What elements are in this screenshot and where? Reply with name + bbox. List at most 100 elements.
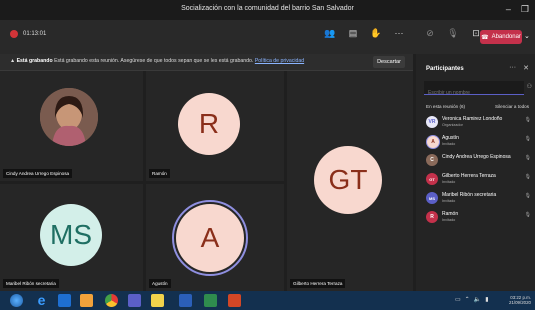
mic-icon: 🎙 (524, 155, 531, 161)
word-icon[interactable] (179, 294, 192, 307)
video-stage: Cindy Andrea Urrego Espinosa R Ramón GT … (0, 71, 413, 291)
list-item[interactable]: R Ramón Invitado 🎙 (424, 209, 531, 228)
participant-tile[interactable]: R Ramón (146, 71, 284, 181)
panel-title: Participantes (426, 66, 464, 72)
more-options-icon[interactable]: ··· (393, 28, 405, 39)
participant-role: Invitado (442, 142, 456, 146)
participants-icon[interactable]: 👥 (324, 28, 336, 39)
toolbar-icons: 👥 ▤ ✋ ··· ⊘ 🎙 ⊡ (324, 28, 482, 39)
mic-muted-icon: 🎙 (524, 117, 531, 123)
window-title: Socialización con la comunidad del barri… (181, 5, 354, 12)
participant-name: Ramón (442, 211, 459, 217)
participant-role: Organizador (442, 123, 463, 127)
leave-label: Abandonar (491, 34, 521, 40)
privacy-link[interactable]: Política de privacidad (255, 58, 304, 64)
minimize-icon[interactable]: – (506, 4, 511, 15)
avatar: R (426, 211, 438, 223)
search-input[interactable] (424, 86, 524, 100)
participant-avatar: R (178, 93, 240, 155)
in-meeting-count: En esta reunión (6) (426, 104, 466, 109)
phone-icon: ☎ (481, 34, 489, 41)
participant-name: Maribel Ribón secretaria (442, 192, 497, 198)
chevron-down-icon[interactable]: ⌄ (524, 32, 530, 40)
microphone-icon[interactable]: 🎙 (447, 28, 459, 39)
avatar: MS (426, 192, 438, 204)
participant-tile[interactable]: GT Gilberto Herrera Terraza (287, 71, 413, 291)
participant-name: Cindy Andrea Urrego Espinosa (3, 169, 73, 178)
powerpoint-icon[interactable] (228, 294, 241, 307)
maximize-icon[interactable]: ❐ (521, 4, 529, 15)
battery-icon[interactable]: ▮ (485, 296, 488, 303)
participant-tile[interactable]: A Agustín (146, 184, 284, 291)
participant-role: Invitado (442, 199, 456, 203)
app-icon[interactable] (58, 294, 71, 307)
participants-panel: Participantes ··· ✕ ⚇ En esta reunión (6… (416, 54, 535, 291)
mic-muted-icon: 🎙 (524, 174, 531, 180)
taskbar: e ▭ ⌃ 🔈 ▮ 03:22 p.m. 21/09/2020 (0, 291, 535, 310)
participant-role: Invitado (442, 180, 456, 184)
recording-icon (10, 30, 18, 38)
teams-icon[interactable] (128, 294, 141, 307)
list-item[interactable]: VR Veronica Ramirez Londoño Organizador … (424, 114, 531, 133)
chevron-up-icon[interactable]: ⌃ (465, 296, 470, 303)
avatar: VR (426, 116, 438, 128)
participant-search (424, 81, 524, 100)
participant-photo (40, 88, 98, 146)
participant-avatar: GT (314, 146, 382, 214)
participant-name: Gilberto Herrera Terraza (290, 279, 346, 288)
network-icon[interactable]: ▭ (455, 296, 461, 303)
edge-icon[interactable]: e (35, 293, 48, 307)
list-item[interactable]: GT Gilberto Herrera Terraza Invitado 🎙 (424, 171, 531, 190)
participant-name: Ramón (149, 169, 170, 178)
participant-list: VR Veronica Ramirez Londoño Organizador … (424, 114, 531, 228)
chat-icon[interactable]: ▤ (347, 28, 359, 39)
panel-tools: ··· ✕ (509, 64, 529, 72)
list-item[interactable]: C Cindy Andrea Urrego Espinosa 🎙 (424, 152, 531, 171)
list-item[interactable]: A Agustín Invitado 🎙 (424, 133, 531, 152)
volume-icon[interactable]: 🔈 (474, 296, 481, 303)
mic-muted-icon: 🎙 (524, 193, 531, 199)
participant-tile[interactable]: Cindy Andrea Urrego Espinosa (0, 71, 143, 181)
meeting-timer: 01:13:01 (23, 31, 47, 37)
title-bar: Socialización con la comunidad del barri… (0, 0, 535, 20)
banner-bold: Está grabando (16, 58, 53, 64)
participant-name: Maribel Ribón secretaria (3, 279, 59, 288)
mic-icon: 🎙 (524, 136, 531, 142)
clock-date: 21/09/2020 (509, 300, 531, 305)
list-item[interactable]: MS Maribel Ribón secretaria Invitado 🎙 (424, 190, 531, 209)
participant-avatar: MS (40, 204, 102, 266)
participant-tile[interactable]: MS Maribel Ribón secretaria (0, 184, 143, 291)
mute-all-button[interactable]: Silenciar a todos (495, 104, 529, 109)
leave-button[interactable]: ☎ Abandonar (480, 30, 522, 44)
in-meeting-header: En esta reunión (6) Silenciar a todos (426, 104, 529, 109)
start-icon[interactable] (10, 294, 23, 307)
banner-text: ▲ Está grabando Está grabando esta reuni… (10, 58, 305, 64)
avatar: GT (426, 173, 438, 185)
avatar: A (426, 135, 440, 149)
raise-hand-icon[interactable]: ✋ (370, 28, 382, 39)
close-icon[interactable]: ✕ (523, 64, 529, 72)
camera-off-icon[interactable]: ⊘ (424, 28, 436, 39)
powerpoint-icon[interactable] (80, 294, 93, 307)
more-options-icon[interactable]: ··· (509, 64, 516, 72)
avatar: C (426, 154, 438, 166)
participant-name: Gilberto Herrera Terraza (442, 173, 496, 179)
participant-name: Cindy Andrea Urrego Espinosa (442, 154, 511, 160)
chrome-icon[interactable] (105, 294, 118, 307)
window-controls: – ❐ (506, 4, 529, 15)
add-person-icon[interactable]: ⚇ (527, 83, 532, 90)
dismiss-button[interactable]: Descartar (373, 56, 405, 68)
notes-icon[interactable] (151, 294, 164, 307)
participant-name: Agustín (442, 135, 459, 141)
participant-name: Agustín (149, 279, 171, 288)
participant-role: Invitado (442, 218, 456, 222)
participant-name: Veronica Ramirez Londoño (442, 116, 503, 122)
participant-avatar: A (176, 204, 244, 272)
banner-message: Está grabando esta reunión. Asegúrese de… (54, 58, 254, 64)
system-tray: ▭ ⌃ 🔈 ▮ (455, 296, 489, 303)
meeting-toolbar: 01:13:01 👥 ▤ ✋ ··· ⊘ 🎙 ⊡ ☎ Abandonar ⌄ (0, 20, 535, 54)
mic-muted-icon: 🎙 (524, 212, 531, 218)
recording-banner: ▲ Está grabando Está grabando esta reuni… (0, 54, 413, 71)
image-viewer-icon[interactable] (204, 294, 217, 307)
clock[interactable]: 03:22 p.m. 21/09/2020 (509, 295, 531, 305)
